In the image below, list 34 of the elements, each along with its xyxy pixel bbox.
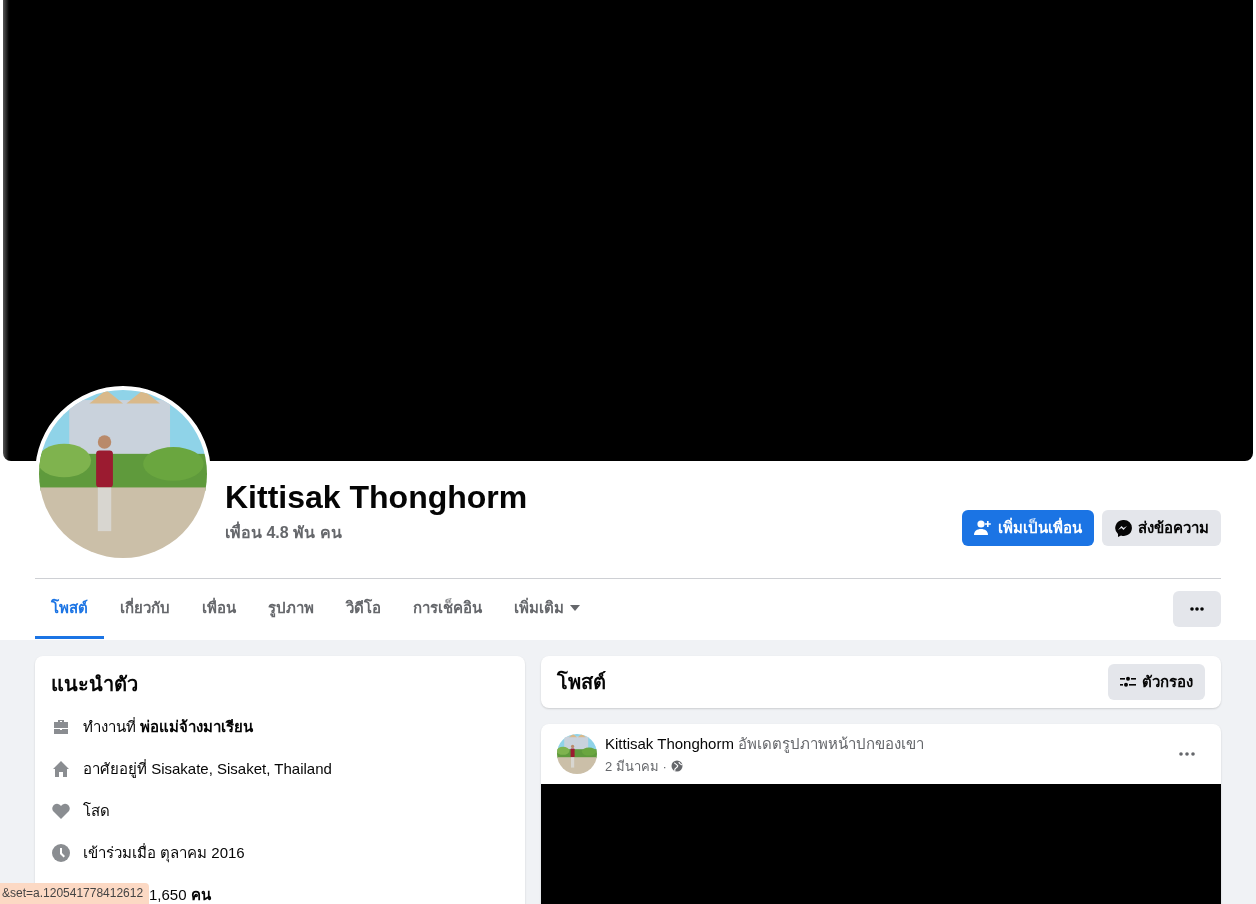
profile-tab[interactable]: โพสต์ xyxy=(35,579,104,639)
heart-icon xyxy=(51,801,71,821)
post-headline: Kittisak Thonghorm อัพเดตรูปภาพหน้าปกของเขา xyxy=(605,733,925,755)
profile-tab[interactable]: วิดีโอ xyxy=(330,579,397,639)
messenger-icon xyxy=(1114,519,1132,537)
clock-icon xyxy=(51,843,71,863)
profile-tab[interactable]: เพิ่มเติม xyxy=(498,579,596,639)
globe-icon xyxy=(670,760,683,772)
status-url: &set=a.120541778412612 xyxy=(0,883,150,904)
more-icon xyxy=(1190,607,1204,611)
profile-tab[interactable]: รูปภาพ xyxy=(252,579,330,639)
more-button[interactable] xyxy=(1173,591,1221,627)
profile-tab[interactable]: เกี่ยวกับ xyxy=(104,579,186,639)
post-date[interactable]: 2 มีนาคม · xyxy=(605,755,667,777)
profile-tab[interactable]: การเช็คอิน xyxy=(397,579,498,639)
author-avatar[interactable] xyxy=(557,734,597,774)
filter-button[interactable]: ตัวกรอง xyxy=(1108,664,1205,700)
message-button[interactable]: ส่งข้อความ xyxy=(1102,510,1221,546)
home-icon xyxy=(51,759,71,779)
profile-name: Kittisak Thonghorm xyxy=(225,479,529,516)
intro-detail: โสด xyxy=(83,801,110,821)
intro-detail: 1,650 คน xyxy=(149,885,211,904)
profile-tab[interactable]: เพื่อน xyxy=(186,579,252,639)
intro-detail: เข้าร่วมเมื่อ ตุลาคม 2016 xyxy=(83,842,245,865)
add-friend-button[interactable]: เพิ่มเป็นเพื่อน xyxy=(962,510,1094,546)
posts-title: โพสต์ xyxy=(557,669,606,695)
more-icon xyxy=(1179,752,1195,756)
intro-detail: อาศัยอยู่ที่ Sisakate, Sisaket, Thailand xyxy=(83,758,332,780)
friend-count[interactable]: เพื่อน 4.8 พัน คน xyxy=(225,520,342,545)
intro-detail: ทำงานที่ พ่อแม่จ้างมาเรียน xyxy=(83,716,254,737)
intro-title: แนะนำตัว xyxy=(51,672,138,697)
add-person-icon xyxy=(974,520,992,536)
briefcase-icon xyxy=(51,717,71,737)
filter-icon xyxy=(1120,675,1136,689)
